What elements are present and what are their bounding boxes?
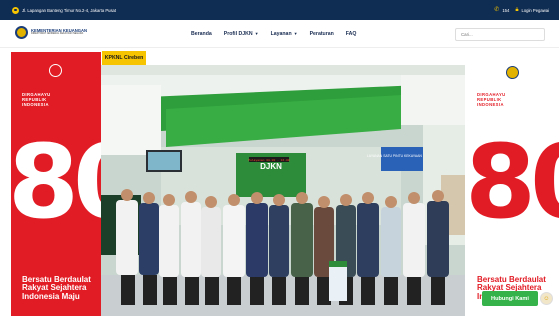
- location-icon: [12, 6, 19, 14]
- nav-item-faq[interactable]: FAQ: [346, 31, 357, 37]
- office-badge: KPKNL Cireben: [102, 51, 146, 65]
- indonesia-label: INDONESIA: [477, 101, 504, 107]
- office-group-photo-image: DJKN Pelayanan 08.00 - 16.00 LAYANAN SAT…: [101, 65, 465, 316]
- address-text: Jl. Lapangan Banteng Timur No.2-4, Jakar…: [22, 7, 117, 13]
- nav-menu: Beranda Profil DJKN ▼ Layanan ▼ Peraturan …: [191, 20, 356, 48]
- top-bar: Jl. Lapangan Banteng Timur No.2-4, Jakar…: [0, 0, 559, 20]
- slogan-text: Bersatu Berdaulat Rakyat Sejahtera Indon…: [22, 275, 91, 301]
- right-anniversary-banner: DIRGAHAYU REPUBLIK INDONESIA 80 Bersatu …: [466, 52, 559, 316]
- indonesia-label: INDONESIA: [22, 101, 49, 107]
- search-input[interactable]: [461, 32, 539, 37]
- wall-text: DJKN: [260, 162, 282, 171]
- nav-item-profil-djkn[interactable]: Profil DJKN ▼: [224, 31, 259, 37]
- search-box: [455, 28, 545, 41]
- phone-icon: ✆: [494, 7, 500, 13]
- logo-subtitle: DIREKTORAT JENDERAL KEKAYAAN NEGARA: [31, 32, 84, 36]
- site-logo[interactable]: KEMENTERIAN KEUANGAN DIREKTORAT JENDERAL…: [15, 26, 87, 39]
- dirgahayu-text: DIRGAHAYU REPUBLIK INDONESIA: [22, 92, 51, 107]
- anniversary-number: 80: [11, 123, 101, 242]
- dirgahayu-text: DIRGAHAYU REPUBLIK INDONESIA: [477, 92, 506, 107]
- phone-number-link[interactable]: 154: [502, 8, 509, 13]
- hero-photo: DJKN Pelayanan 08.00 - 16.00 LAYANAN SAT…: [101, 65, 465, 316]
- chat-avatar-icon[interactable]: ☺: [540, 292, 553, 305]
- nav-item-label: Layanan: [270, 31, 292, 37]
- left-anniversary-banner: DIRGAHAYU REPUBLIK INDONESIA 80 Bersatu …: [11, 52, 101, 316]
- lock-icon: 🔒︎: [515, 7, 519, 13]
- nav-item-label: Profil DJKN: [223, 31, 253, 37]
- slogan-line: Indonesia Maju: [22, 291, 80, 301]
- contact-us-button[interactable]: Hubungi Kami: [482, 291, 538, 306]
- anniversary-number: 80: [466, 123, 559, 242]
- led-sign: Pelayanan 08.00 - 16.00: [248, 158, 290, 162]
- chevron-down-icon: ▼: [293, 31, 298, 36]
- chevron-down-icon: ▼: [254, 31, 259, 36]
- nav-item-beranda[interactable]: Beranda: [191, 31, 212, 37]
- login-pegawai-link[interactable]: Login Pegawai: [522, 8, 549, 13]
- garuda-emblem-icon: [506, 66, 519, 79]
- main-navbar: KEMENTERIAN KEUANGAN DIREKTORAT JENDERAL…: [0, 20, 559, 48]
- nav-item-peraturan[interactable]: Peraturan: [310, 31, 334, 37]
- garuda-emblem-icon: [49, 64, 62, 77]
- nav-item-layanan[interactable]: Layanan ▼: [271, 31, 298, 37]
- kemenkeu-emblem-icon: [15, 26, 28, 39]
